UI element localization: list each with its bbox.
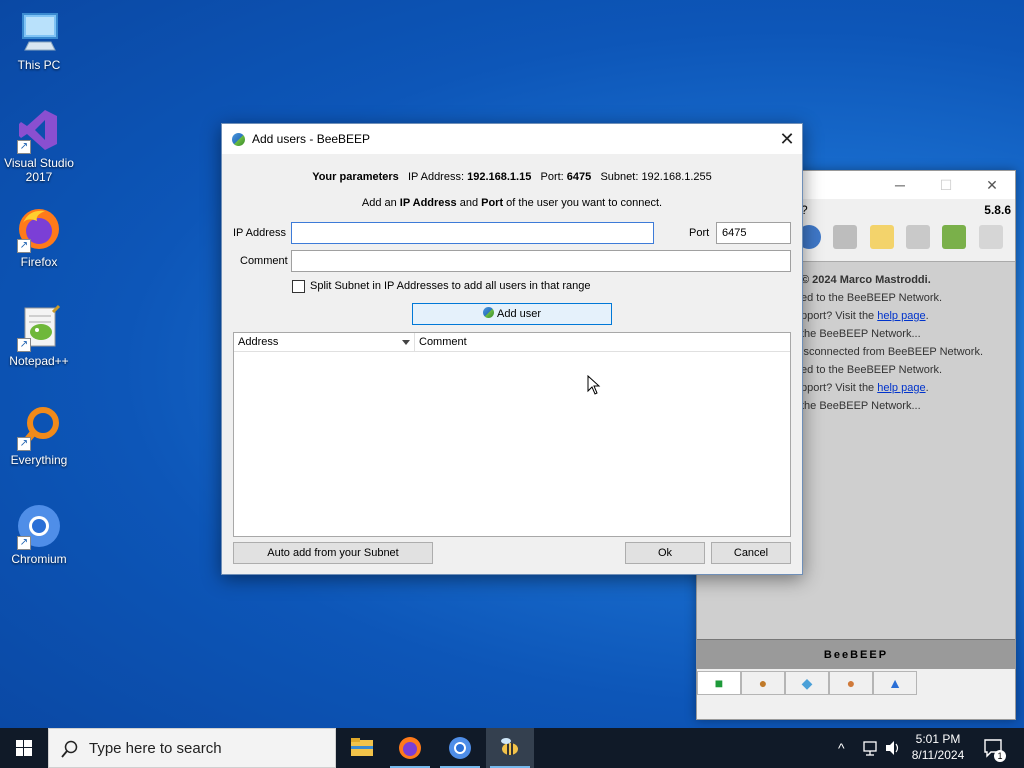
beebeep-brand-bar: BeeBEEP [697, 639, 1015, 669]
ok-button[interactable]: Ok [625, 542, 705, 564]
comment-input[interactable] [291, 250, 791, 272]
maximize-button[interactable]: ☐ [935, 175, 957, 195]
beebeep-icon [232, 133, 245, 146]
log-line: ed to the BeeBEEP Network. [801, 364, 943, 376]
beebeep-toolbar [797, 225, 1012, 255]
comment-label: Comment [240, 255, 288, 267]
desktop-icon-notepadpp[interactable]: ↗ Notepad++ [0, 304, 78, 368]
desktop-icon-label: Visual Studio 2017 [4, 156, 74, 184]
log-line: pport? Visit the help page. [801, 382, 929, 394]
desktop-icon-label: Notepad++ [9, 354, 69, 368]
split-subnet-label[interactable]: Split Subnet in IP Addresses to add all … [310, 280, 590, 292]
taskbar-search-box[interactable]: Type here to search [48, 728, 336, 768]
chromium-icon: ↗ [15, 502, 63, 550]
firefox-icon [399, 737, 421, 759]
dialog-title: Add users - BeeBEEP [252, 132, 371, 146]
volume-icon[interactable] [884, 728, 902, 768]
windows-icon [16, 740, 32, 756]
log-line: ed to the BeeBEEP Network. [801, 292, 943, 304]
dialog-titlebar: Add users - BeeBEEP ✕ [222, 124, 802, 154]
taskbar-clock[interactable]: 5:01 PM 8/11/2024 [906, 731, 970, 763]
folder-icon [351, 738, 373, 756]
notification-count-badge: 1 [994, 750, 1006, 762]
table-header: Address Comment [234, 333, 790, 352]
version-label: 5.8.6 [984, 203, 1011, 217]
clock-time: 5:01 PM [915, 732, 961, 746]
firefox-taskbar-button[interactable] [386, 728, 434, 768]
tab-users[interactable]: ■ [697, 671, 741, 695]
bee-icon [501, 738, 518, 755]
desktop-icon-visual-studio[interactable]: ↗ Visual Studio 2017 [0, 106, 78, 184]
minimize-button[interactable]: ─ [889, 175, 911, 195]
desktop-icon-label: Chromium [11, 552, 67, 566]
start-button[interactable] [0, 728, 48, 768]
tab-chats[interactable]: ◆ [785, 671, 829, 695]
desktop-icon-chromium[interactable]: ↗ Chromium [0, 502, 78, 566]
trash-icon[interactable] [978, 225, 1003, 249]
add-users-dialog: Add users - BeeBEEP ✕ Your parameters IP… [221, 123, 803, 575]
tab-plugins[interactable]: ▲ [873, 671, 917, 695]
beebeep-taskbar-button[interactable] [486, 728, 534, 768]
sort-arrow-icon [402, 340, 410, 345]
log-line: the BeeBEEP Network... [801, 400, 921, 412]
visual-studio-icon: ↗ [15, 106, 63, 154]
instruction-text: Add an IP Address and Port of the user y… [361, 197, 663, 209]
edit-icon[interactable] [869, 225, 894, 249]
ip-address-label: IP Address [233, 227, 286, 239]
desktop-icon-label: Everything [10, 453, 68, 467]
cancel-button[interactable]: Cancel [711, 542, 791, 564]
tab-shares[interactable]: ● [829, 671, 873, 695]
split-subnet-checkbox[interactable] [292, 280, 305, 293]
tab-groups[interactable]: ● [741, 671, 785, 695]
port-label: Port [689, 227, 710, 239]
search-magnifier-icon: ↗ [15, 403, 63, 451]
file-explorer-taskbar-button[interactable] [338, 728, 386, 768]
action-center-button[interactable]: 1 [982, 728, 1006, 768]
clock-date: 8/11/2024 [911, 748, 965, 762]
tools-icon[interactable] [906, 225, 931, 249]
ip-address-input[interactable] [291, 222, 654, 244]
log-line: © 2024 Marco Mastroddi. [801, 274, 931, 286]
help-page-link[interactable]: help page [877, 382, 925, 394]
close-button[interactable]: ✕ [981, 175, 1003, 195]
column-header-comment[interactable]: Comment [414, 333, 790, 352]
auto-add-subnet-button[interactable]: Auto add from your Subnet [233, 542, 433, 564]
mouse-cursor-icon [587, 374, 601, 398]
close-icon[interactable]: ✕ [772, 124, 802, 154]
help-page-link[interactable]: help page [877, 310, 925, 322]
users-table[interactable]: Address Comment [233, 332, 791, 537]
desktop-icon-firefox[interactable]: ↗ Firefox [0, 205, 78, 269]
notepadpp-icon: ↗ [15, 304, 63, 352]
desktop-icon-this-pc[interactable]: This PC [0, 8, 78, 72]
add-user-button[interactable]: Add user [412, 303, 612, 325]
chromium-icon [449, 737, 471, 759]
desktop-icon-everything[interactable]: ↗ Everything [0, 403, 78, 467]
desktop-icon-label: This PC [17, 58, 61, 72]
log-line: the BeeBEEP Network... [801, 328, 921, 340]
beebeep-tab-bar: ■ ● ◆ ● ▲ [697, 669, 1015, 695]
port-input[interactable] [716, 222, 791, 244]
taskbar: Type here to search ^ 5:01 PM 8/11/2024 … [0, 728, 1024, 768]
search-icon [61, 740, 78, 758]
desktop-icon-label: Firefox [20, 255, 58, 269]
folder-icon[interactable] [833, 225, 858, 249]
notification-icon [984, 739, 1002, 758]
update-icon[interactable] [942, 225, 967, 249]
firefox-icon: ↗ [15, 205, 63, 253]
computer-icon [15, 8, 63, 56]
chromium-taskbar-button[interactable] [436, 728, 484, 768]
your-parameters: Your parameters IP Address: 192.168.1.15… [312, 171, 712, 183]
column-header-address[interactable]: Address [234, 333, 414, 352]
search-placeholder: Type here to search [89, 740, 222, 757]
log-line: pport? Visit the help page. [801, 310, 929, 322]
show-hidden-icons-chevron-icon[interactable]: ^ [838, 728, 854, 768]
log-line: isconnected from BeeBEEP Network. [801, 346, 983, 358]
beebeep-icon [482, 307, 494, 318]
network-icon[interactable] [862, 728, 880, 768]
